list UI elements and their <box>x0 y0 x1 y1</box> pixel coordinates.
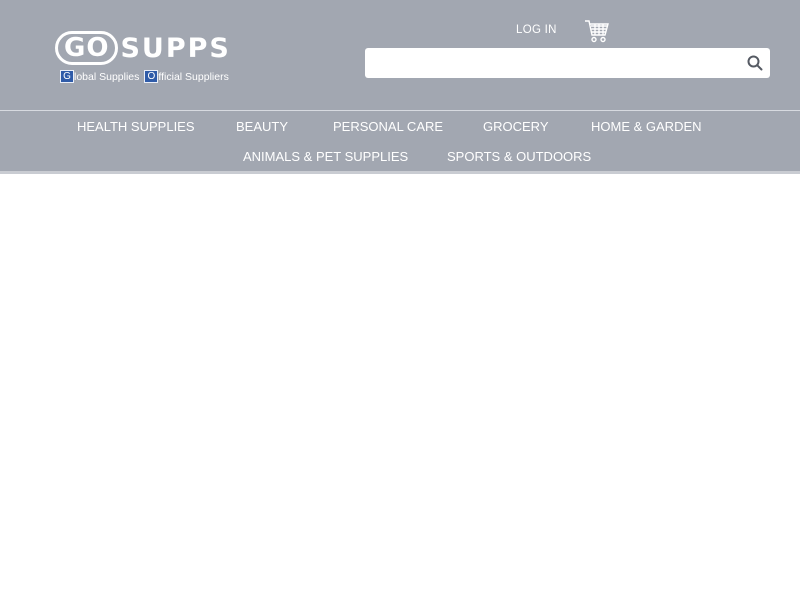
logo-go: GO <box>55 31 119 65</box>
nav-health-supplies[interactable]: HEALTH SUPPLIES <box>77 119 195 134</box>
search-input[interactable] <box>365 48 735 78</box>
logo-tagline: G lobal Supplies O fficial Suppliers <box>60 70 229 83</box>
nav-beauty[interactable]: BEAUTY <box>236 119 288 134</box>
logo-wordmark: GO SUPPS <box>55 30 231 66</box>
category-nav: HEALTH SUPPLIES BEAUTY PERSONAL CARE GRO… <box>0 110 800 171</box>
tagline-o-box: O <box>144 70 159 83</box>
nav-home-garden[interactable]: HOME & GARDEN <box>591 119 702 134</box>
search-icon[interactable] <box>746 54 764 72</box>
tagline-official-suppliers: fficial Suppliers <box>158 70 229 83</box>
login-link[interactable]: LOG IN <box>516 24 557 36</box>
tagline-global-supplies: lobal Supplies <box>74 70 140 83</box>
gosupps-logo[interactable]: GO SUPPS G lobal Supplies O fficial Supp… <box>55 30 250 86</box>
nav-bottom-border <box>0 171 800 174</box>
nav-animals-pet-supplies[interactable]: ANIMALS & PET SUPPLIES <box>243 149 408 164</box>
nav-grocery[interactable]: GROCERY <box>483 119 549 134</box>
nav-personal-care[interactable]: PERSONAL CARE <box>333 119 443 134</box>
search-bar <box>365 48 770 78</box>
nav-sports-outdoors[interactable]: SPORTS & OUTDOORS <box>447 149 591 164</box>
cart-icon[interactable] <box>584 18 610 44</box>
site-header: GO SUPPS G lobal Supplies O fficial Supp… <box>0 0 800 110</box>
logo-supps: SUPPS <box>120 32 231 64</box>
tagline-g-box: G <box>60 70 74 83</box>
